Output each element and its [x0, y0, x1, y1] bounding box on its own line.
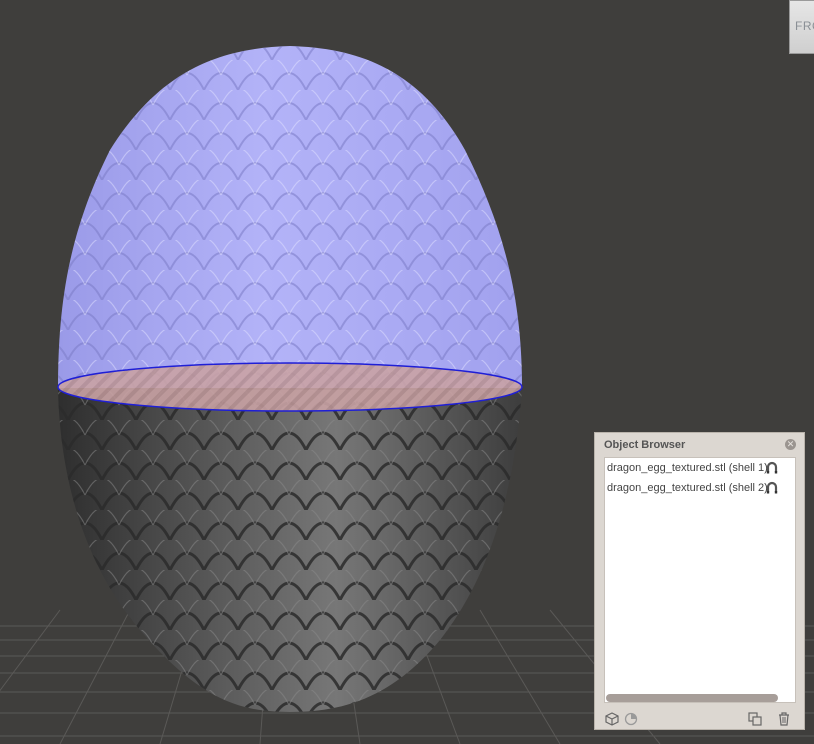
duplicate-icon[interactable]	[747, 711, 763, 727]
close-icon[interactable]: ✕	[785, 439, 796, 450]
egg-lower-shell	[58, 390, 522, 712]
view-cube[interactable]: FRO	[789, 0, 814, 54]
list-item-shell-1[interactable]: dragon_egg_textured.stl (shell 1)	[605, 458, 795, 478]
object-list[interactable]: dragon_egg_textured.stl (shell 1) dragon…	[604, 457, 796, 703]
magnet-icon[interactable]	[765, 461, 779, 475]
object-browser-footer	[595, 707, 804, 731]
egg-upper-shell	[58, 46, 522, 388]
view-cube-label: FRO	[795, 19, 814, 33]
pie-icon[interactable]	[623, 711, 639, 727]
cut-plane	[57, 362, 523, 412]
list-item-label: dragon_egg_textured.stl (shell 2)	[607, 482, 768, 494]
magnet-icon[interactable]	[765, 481, 779, 495]
list-item-label: dragon_egg_textured.stl (shell 1)	[607, 462, 768, 474]
object-browser-panel: Object Browser ✕ dragon_egg_textured.stl…	[594, 432, 805, 730]
list-item-shell-2[interactable]: dragon_egg_textured.stl (shell 2)	[605, 478, 795, 498]
trash-icon[interactable]	[776, 711, 792, 727]
object-browser-title: Object Browser	[604, 439, 686, 451]
object-browser-header: Object Browser ✕	[595, 433, 804, 457]
horizontal-scrollbar[interactable]	[606, 694, 778, 702]
cube-icon[interactable]	[604, 711, 620, 727]
